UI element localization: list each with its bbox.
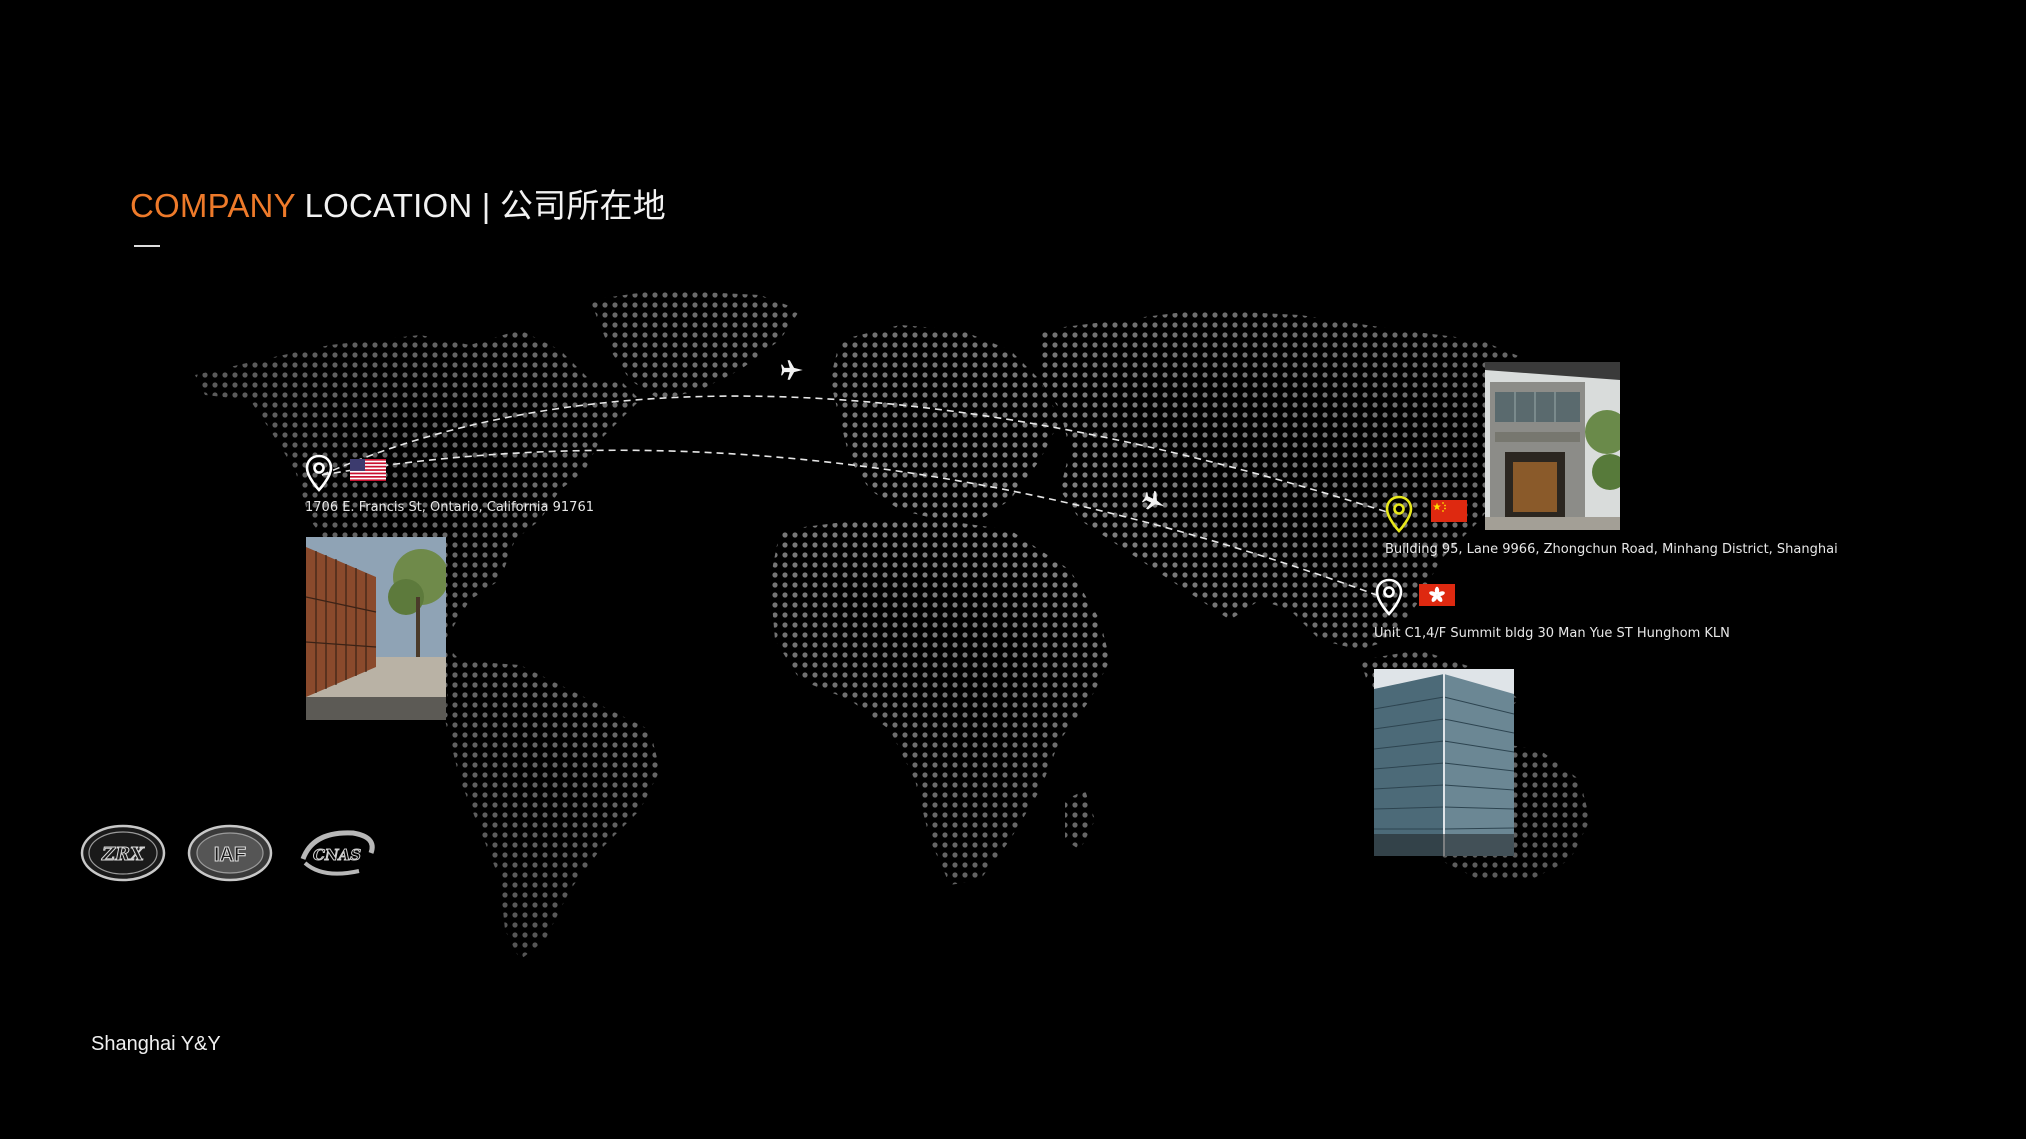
slide: COMPANY LOCATION | 公司所在地 1706 E. Francis… — [0, 0, 2026, 1139]
island-madagascar — [1065, 790, 1095, 850]
address-hongkong: Unit C1,4/F Summit bldg 30 Man Yue ST Hu… — [1374, 626, 1730, 641]
continent-europe — [830, 325, 1060, 520]
us-office-photo — [306, 537, 446, 720]
airplane-icon — [781, 360, 803, 380]
location-pin-icon — [305, 454, 333, 492]
title-main: LOCATION | 公司所在地 — [295, 187, 666, 224]
location-pin-icon-highlighted — [1385, 495, 1413, 533]
iaf-certification-logo: IAF — [187, 824, 273, 882]
zrx-certification-logo: ZRX — [80, 824, 166, 882]
address-shanghai: Building 95, Lane 9966, Zhongchun Road, … — [1385, 542, 1838, 557]
dotted-world-map — [195, 290, 1590, 960]
svg-text:CNAS: CNAS — [313, 846, 361, 864]
airplane-icon — [1142, 490, 1164, 510]
svg-text:IAF: IAF — [214, 844, 246, 866]
svg-text:ZRX: ZRX — [101, 844, 145, 865]
china-flag-icon — [1431, 500, 1467, 522]
continent-asia — [1040, 310, 1560, 650]
shanghai-office-photo — [1485, 362, 1620, 530]
title-accent: COMPANY — [130, 187, 296, 224]
cnas-certification-logo: CNAS — [300, 830, 375, 876]
address-us: 1706 E. Francis St, Ontario, California … — [305, 500, 594, 515]
page-title: COMPANY LOCATION | 公司所在地 — [130, 184, 666, 228]
title-underline — [134, 245, 160, 247]
continent-south-america — [445, 660, 660, 960]
hongkong-office-photo — [1374, 669, 1514, 856]
usa-flag-icon — [350, 459, 386, 481]
hong-kong-flag-icon — [1419, 584, 1455, 606]
location-pin-icon — [1375, 578, 1403, 616]
continent-africa — [770, 520, 1110, 885]
footer-company-name: Shanghai Y&Y — [91, 1033, 221, 1055]
